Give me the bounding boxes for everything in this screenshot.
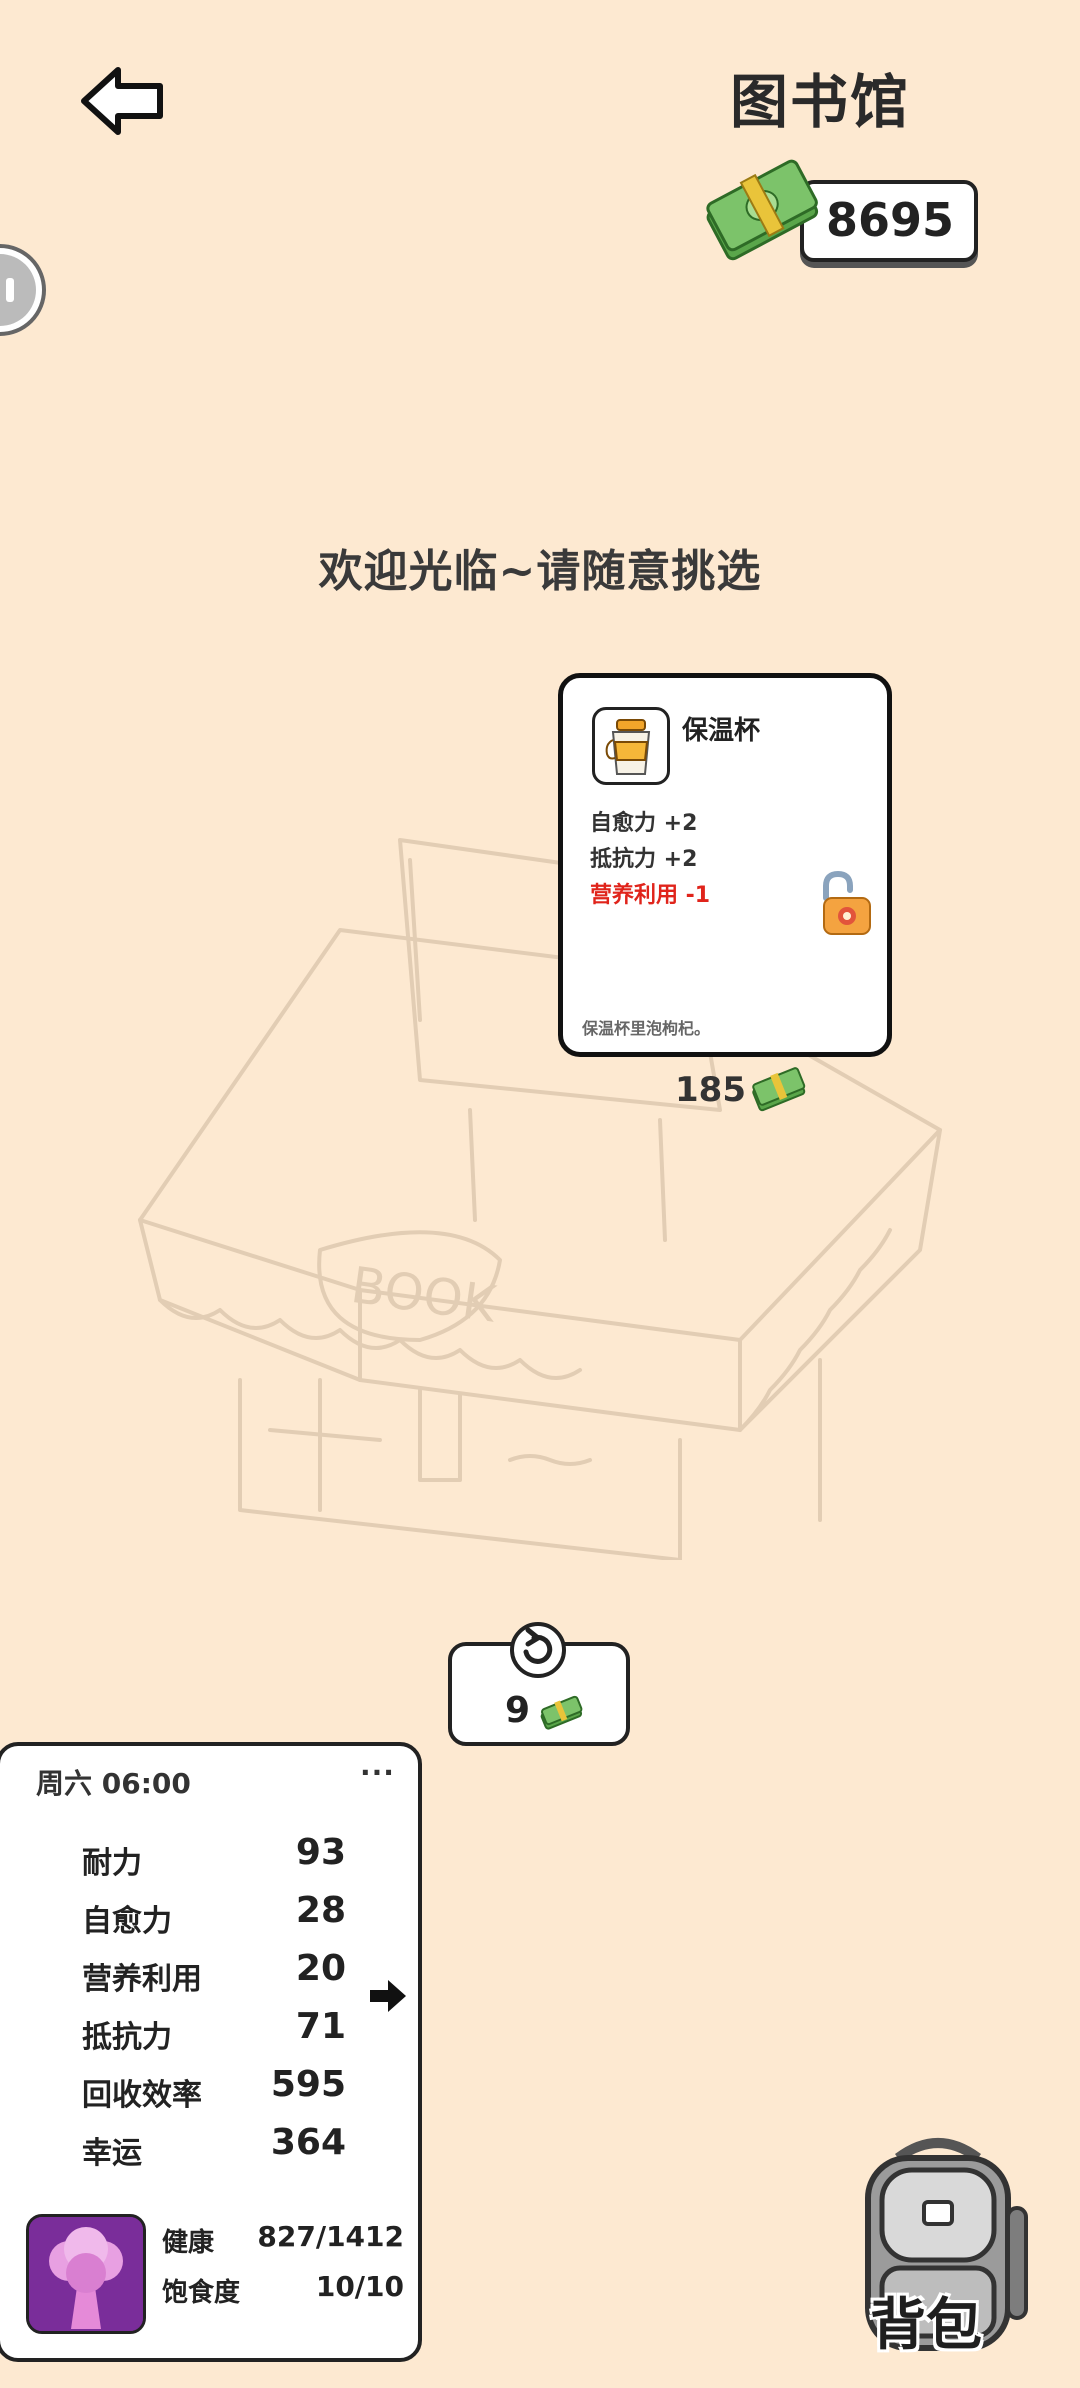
stat-name: 营养利用 — [82, 1962, 202, 1997]
health-value: 827/1412 — [257, 2220, 404, 2253]
stat-value: 71 — [295, 2006, 346, 2047]
stat-name: 耐力 — [82, 1846, 142, 1881]
refresh-cost: 9 — [505, 1690, 531, 1731]
refresh-icon[interactable] — [504, 1612, 572, 1680]
svg-text:BOOK: BOOK — [348, 1256, 501, 1334]
item-stat-2: 抵抗力 +2 — [590, 847, 698, 872]
unlocked-padlock-icon[interactable] — [808, 868, 880, 940]
item-thumbnail — [592, 707, 670, 785]
back-arrow-icon — [81, 67, 163, 135]
stat-name: 抵抗力 — [82, 2020, 172, 2055]
stat-name: 自愈力 — [82, 1904, 172, 1939]
pause-button[interactable] — [0, 240, 50, 340]
pause-icon — [0, 244, 46, 336]
arrow-right-icon[interactable] — [368, 1978, 408, 2014]
refresh-cash-icon — [538, 1695, 584, 1733]
satiety-value: 10/10 — [315, 2270, 404, 2303]
money-value: 8695 — [825, 193, 955, 247]
thermos-cup-icon — [605, 719, 651, 775]
item-stat-negative: 营养利用 -1 — [590, 883, 711, 908]
welcome-text: 欢迎光临~请随意挑选 — [318, 546, 762, 597]
health-label: 健康 — [162, 2228, 215, 2258]
stat-value: 93 — [295, 1832, 346, 1873]
item-price: 185 — [675, 1070, 746, 1110]
price-cash-icon — [748, 1065, 808, 1115]
more-menu-icon[interactable]: ··· — [360, 1756, 395, 1789]
item-description: 保温杯里泡枸杞。 — [582, 1019, 711, 1038]
item-name: 保温杯 — [682, 716, 761, 746]
stat-value: 20 — [295, 1948, 346, 1989]
satiety-label: 饱食度 — [162, 2278, 241, 2308]
stat-name: 幸运 — [82, 2136, 142, 2171]
cash-stack-icon — [700, 155, 820, 265]
mushroom-cloud-avatar — [26, 2214, 146, 2334]
page-title: 图书馆 — [729, 68, 910, 136]
back-button[interactable] — [78, 62, 168, 140]
backpack-label: 背包 — [870, 2293, 982, 2358]
stat-value: 595 — [270, 2064, 346, 2105]
stat-value: 28 — [295, 1890, 346, 1931]
day-time-label: 周六 06:00 — [36, 1767, 191, 1800]
stat-value: 364 — [270, 2122, 346, 2163]
stat-name: 回收效率 — [82, 2078, 202, 2113]
item-stat-1: 自愈力 +2 — [590, 811, 698, 836]
